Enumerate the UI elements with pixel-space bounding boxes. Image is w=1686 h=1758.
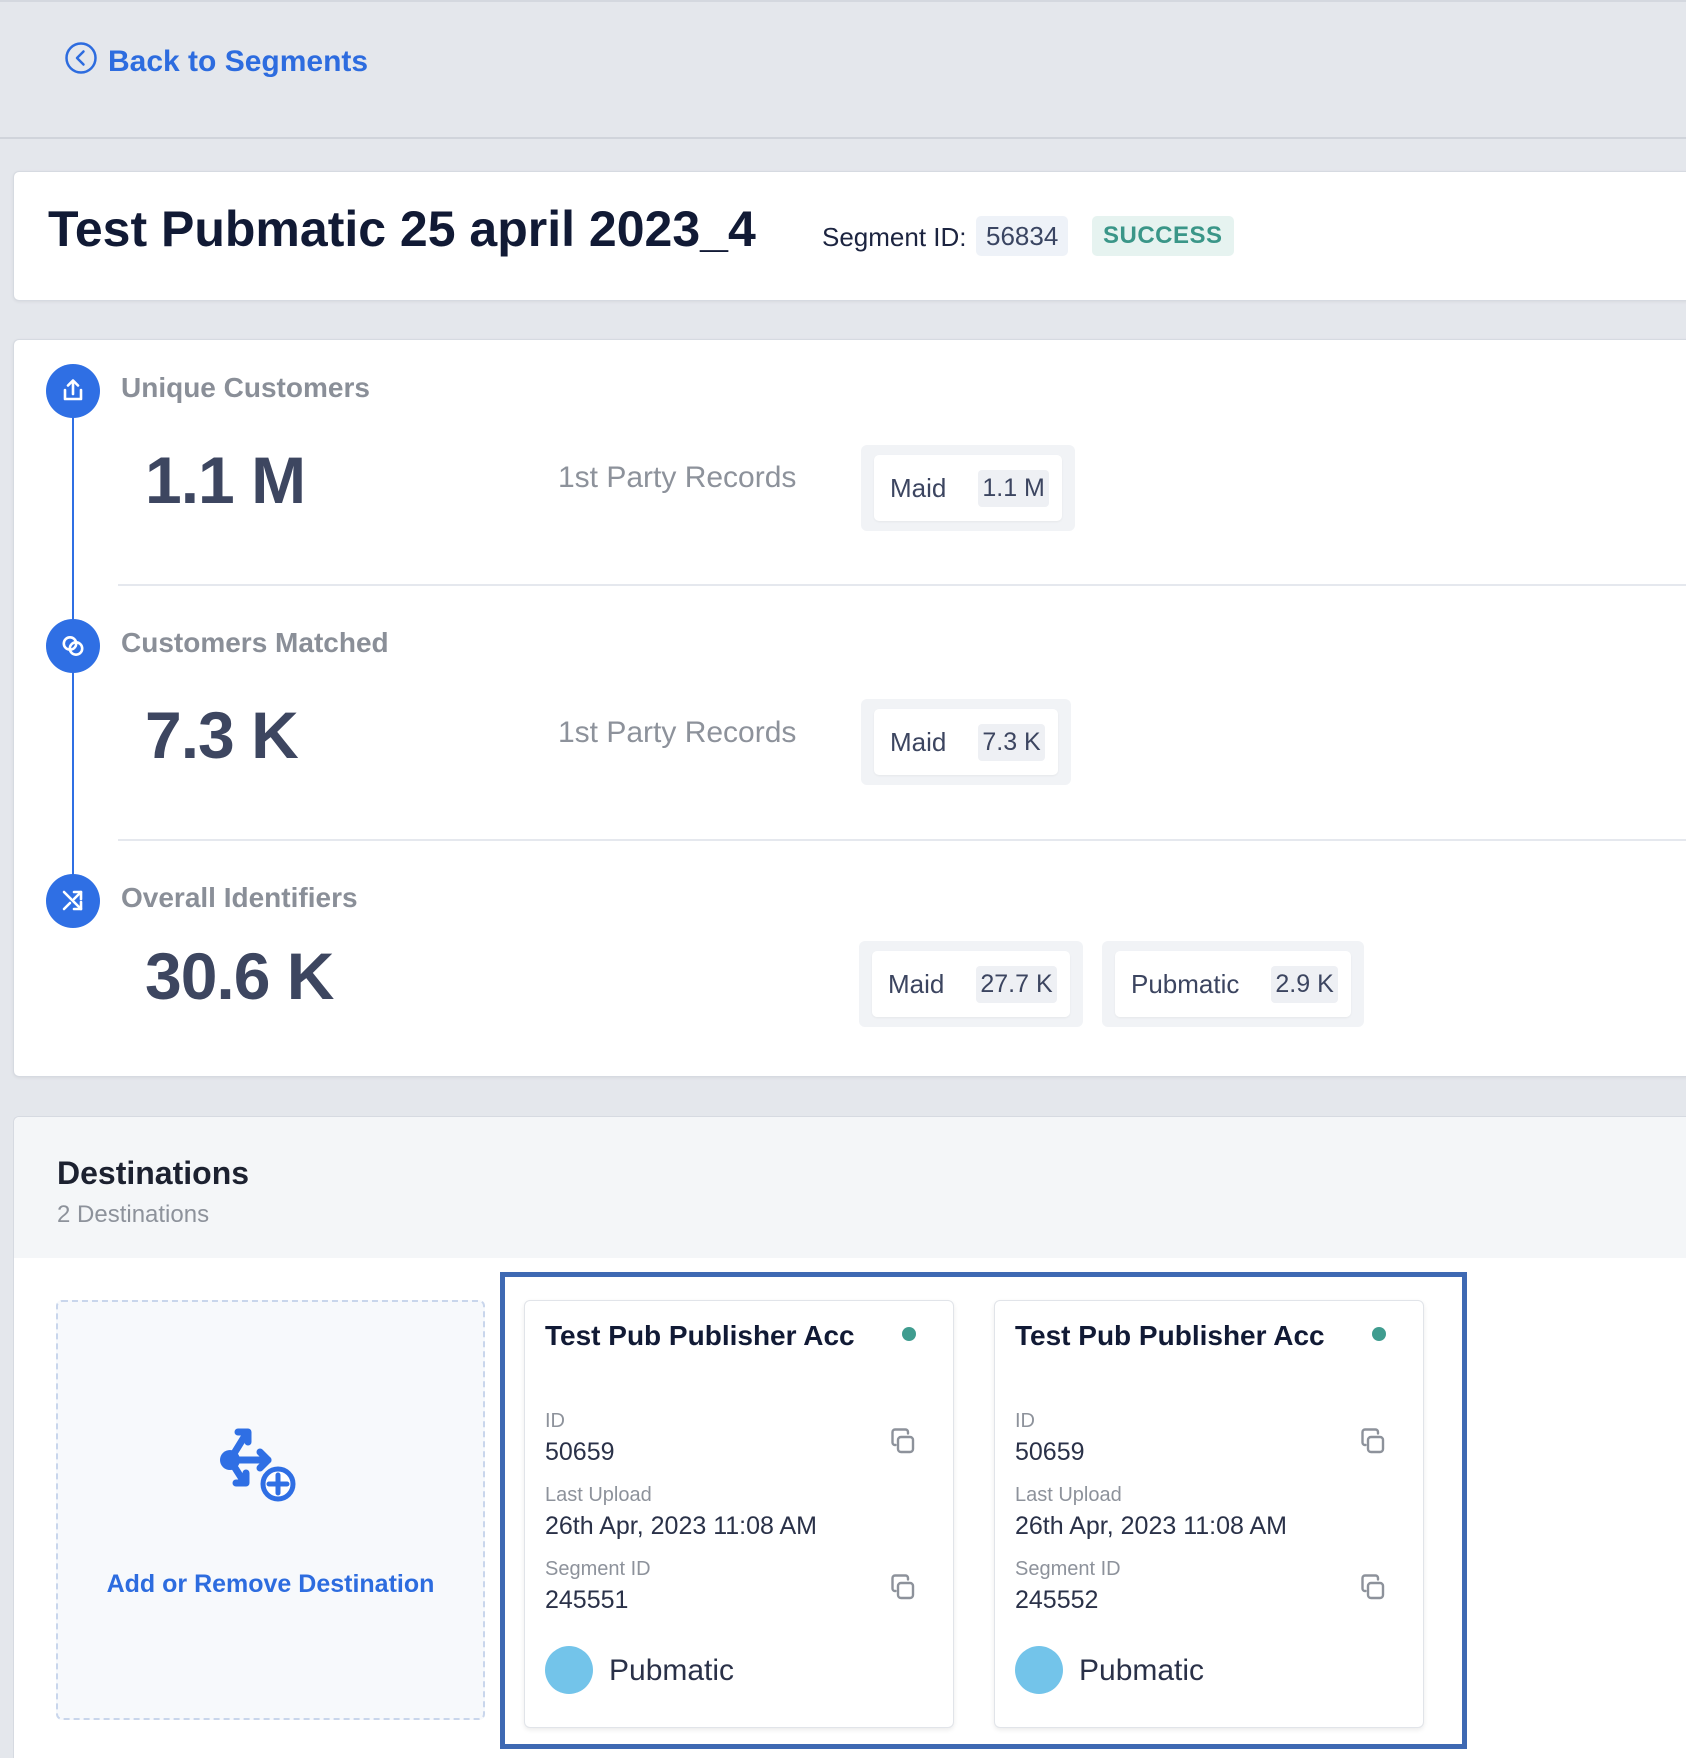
back-to-segments-link[interactable]: Back to Segments	[64, 42, 368, 82]
platform-name: Pubmatic	[609, 1654, 735, 1687]
platform-avatar	[545, 1646, 593, 1694]
copy-icon[interactable]	[887, 1426, 919, 1458]
destination-card[interactable]: Test Pub Publisher Acc ID 50659 Last Upl…	[524, 1300, 954, 1728]
metric-value-overall-identifiers: 30.6 K	[145, 939, 334, 1013]
last-upload-value: 26th Apr, 2023 11:08 AM	[1015, 1512, 1287, 1540]
destinations-count: 2 Destinations	[57, 1201, 210, 1228]
shuffle-icon	[46, 874, 100, 928]
link-icon	[46, 619, 100, 673]
segment-id-label: Segment ID	[545, 1558, 651, 1580]
metric-value-unique-customers: 1.1 M	[145, 443, 306, 517]
last-upload-value: 26th Apr, 2023 11:08 AM	[545, 1512, 817, 1540]
id-label: ID	[1015, 1410, 1035, 1432]
id-label: ID	[545, 1410, 565, 1432]
segment-id-value: 56834	[976, 216, 1069, 256]
chip-label: Maid	[890, 726, 947, 757]
page-title: Test Pubmatic 25 april 2023_4	[48, 201, 756, 257]
status-dot	[902, 1327, 916, 1341]
chip-group: Pubmatic 2.9 K	[1102, 941, 1364, 1027]
metrics-card: Unique Customers 1.1 M 1st Party Records…	[13, 339, 1686, 1077]
metric-label-unique-customers: Unique Customers	[121, 372, 370, 403]
identifier-chip: Maid 27.7 K	[872, 951, 1070, 1017]
id-value: 50659	[545, 1438, 615, 1466]
destinations-section: Destinations 2 Destinations Add or Remov…	[13, 1116, 1686, 1758]
id-value: 50659	[1015, 1438, 1085, 1466]
status-badge: SUCCESS	[1092, 216, 1234, 256]
platform-name: Pubmatic	[1079, 1654, 1205, 1687]
metric-label-overall-identifiers: Overall Identifiers	[121, 882, 358, 913]
chip-value: 27.7 K	[976, 965, 1057, 1003]
top-bar: Back to Segments	[0, 0, 1686, 139]
chevron-left-circle-icon	[64, 41, 98, 83]
identifier-chip: Maid 7.3 K	[874, 709, 1058, 775]
segment-header: Test Pubmatic 25 april 2023_4 Segment ID…	[13, 171, 1686, 301]
last-upload-label: Last Upload	[1015, 1484, 1122, 1506]
back-link-label: Back to Segments	[108, 45, 369, 78]
add-destination-label: Add or Remove Destination	[106, 1570, 435, 1598]
segment-id-value: 245552	[1015, 1586, 1099, 1614]
destinations-header: Destinations 2 Destinations	[14, 1117, 1686, 1258]
records-label: 1st Party Records	[558, 716, 797, 749]
identifier-chip: Maid 1.1 M	[874, 455, 1062, 521]
upload-icon	[46, 364, 100, 418]
platform-avatar	[1015, 1646, 1063, 1694]
chip-group: Maid 7.3 K	[861, 699, 1071, 785]
copy-icon[interactable]	[887, 1572, 919, 1604]
metric-label-customers-matched: Customers Matched	[121, 627, 389, 658]
chip-label: Pubmatic	[1131, 968, 1240, 999]
divider	[118, 839, 1686, 841]
records-label: 1st Party Records	[558, 461, 797, 494]
last-upload-label: Last Upload	[545, 1484, 652, 1506]
metric-value-customers-matched: 7.3 K	[145, 698, 299, 772]
destination-card[interactable]: Test Pub Publisher Acc ID 50659 Last Upl…	[994, 1300, 1424, 1728]
copy-icon[interactable]	[1357, 1426, 1389, 1458]
chip-label: Maid	[888, 968, 945, 999]
divider	[118, 584, 1686, 586]
status-dot	[1372, 1327, 1386, 1341]
chip-label: Maid	[890, 472, 947, 503]
chip-value: 2.9 K	[1271, 965, 1338, 1003]
destination-card-title: Test Pub Publisher Acc	[545, 1320, 855, 1351]
copy-icon[interactable]	[1357, 1572, 1389, 1604]
add-remove-destination-button[interactable]: Add or Remove Destination	[56, 1300, 485, 1720]
destinations-title: Destinations	[57, 1155, 250, 1191]
segment-id-label: Segment ID	[1015, 1558, 1121, 1580]
chip-value: 7.3 K	[978, 723, 1045, 761]
destination-card-title: Test Pub Publisher Acc	[1015, 1320, 1325, 1351]
identifier-chip: Pubmatic 2.9 K	[1115, 951, 1351, 1017]
chip-group: Maid 27.7 K	[859, 941, 1083, 1027]
segment-id-label: Segment ID:	[822, 222, 967, 252]
chip-value: 1.1 M	[978, 469, 1049, 507]
chip-group: Maid 1.1 M	[861, 445, 1075, 531]
segment-id-value: 245551	[545, 1586, 629, 1614]
